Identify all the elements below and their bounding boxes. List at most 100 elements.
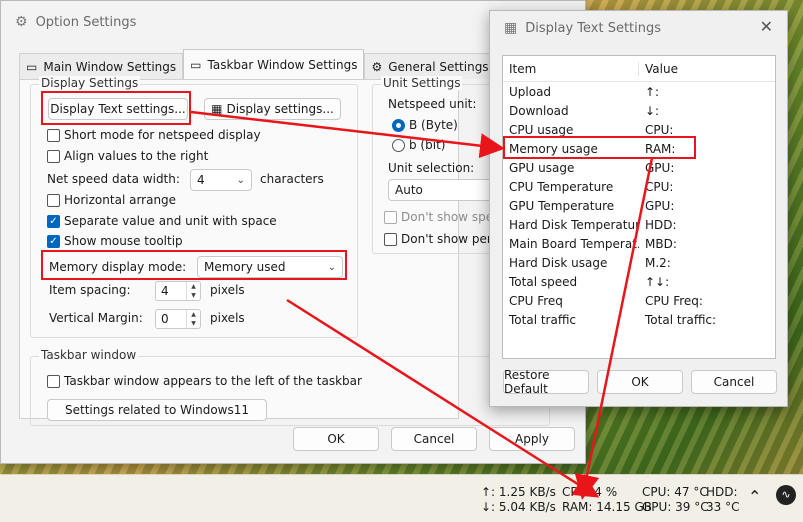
check-icon: ✓ — [47, 214, 60, 228]
dialog-cancel-button[interactable]: Cancel — [691, 370, 777, 394]
pulse-icon[interactable]: ∿ — [776, 485, 796, 505]
highlight-memory-usage-row — [503, 136, 696, 159]
display-settings-button[interactable]: ▦ Display settings... — [204, 98, 341, 120]
list-item[interactable]: Download ↓: — [503, 101, 775, 120]
bit-radio[interactable]: b (bit) — [392, 138, 445, 152]
list-item[interactable]: Upload ↑: — [503, 82, 775, 101]
list-item-value[interactable]: ↑↓: — [639, 275, 669, 289]
dont-show-percent-checkbox[interactable]: Don't show perce — [384, 232, 505, 246]
gear-icon: ⚙ — [15, 14, 28, 30]
list-item-value[interactable]: ↑: — [639, 85, 659, 99]
list-header: Item Value — [503, 56, 775, 82]
list-item-name: Hard Disk Temperature — [509, 217, 639, 232]
list-item-name: Main Board Temperat... — [509, 236, 639, 251]
list-item-name: CPU Freq — [509, 293, 563, 308]
spin-up-icon[interactable]: ▲ — [191, 311, 196, 318]
left-of-taskbar-checkbox[interactable]: Taskbar window appears to the left of th… — [47, 374, 362, 388]
unit-selection-combo[interactable]: Auto — [388, 179, 498, 201]
apply-button[interactable]: Apply — [489, 427, 575, 451]
spin-down-icon[interactable]: ▼ — [191, 292, 196, 299]
display-settings-label: Display Settings — [39, 76, 141, 90]
list-item-name: Total traffic — [509, 312, 577, 327]
taskbar-icon: ▭ — [190, 57, 202, 72]
list-item-name: CPU usage — [509, 122, 574, 137]
list-item-value[interactable]: MBD: — [639, 237, 677, 251]
tab-taskbar-window[interactable]: ▭ Taskbar Window Settings — [183, 49, 365, 79]
gear-icon: ⚙ — [371, 59, 383, 74]
display-text-settings-dialog: ▦ Display Text Settings ✕ Item Value Upl… — [489, 10, 788, 407]
dialog-ok-button[interactable]: OK — [597, 370, 683, 394]
list-item-value[interactable]: ↓: — [639, 104, 659, 118]
list-item-value[interactable]: CPU: — [639, 180, 673, 194]
tab-panel: Display Settings Display Text settings..… — [19, 76, 550, 426]
dialog-titlebar: ▦ Display Text Settings — [490, 11, 787, 45]
list-item-name: Upload — [509, 84, 552, 99]
upload-speed: ↑: 1.25 KB/s — [481, 485, 556, 499]
check-icon: ✓ — [47, 234, 60, 248]
unit-selection-label: Unit selection: — [388, 161, 475, 175]
list-item-value[interactable]: CPU Freq: — [639, 294, 703, 308]
list-item-value[interactable]: GPU: — [639, 199, 674, 213]
column-header-value[interactable]: Value — [639, 62, 678, 76]
list-item-name: GPU usage — [509, 160, 575, 175]
download-speed: ↓: 5.04 KB/s — [481, 500, 556, 514]
align-right-checkbox[interactable]: Align values to the right — [47, 149, 208, 163]
windows11-settings-button[interactable]: Settings related to Windows11 — [47, 399, 267, 421]
taskbar: ↑: 1.25 KB/s ↓: 5.04 KB/s CPU: 4 % RAM: … — [0, 474, 803, 522]
option-window-title: Option Settings — [35, 14, 137, 30]
taskbar-window-label: Taskbar window — [39, 348, 139, 362]
netspeed-unit-label: Netspeed unit: — [388, 97, 477, 111]
vertical-margin-spinner[interactable]: 0 ▲ ▼ — [155, 309, 201, 329]
list-item-name: Hard Disk usage — [509, 255, 608, 270]
ok-button[interactable]: OK — [293, 427, 379, 451]
vertical-margin-label: Vertical Margin: — [49, 311, 143, 325]
list-item[interactable]: GPU usage GPU: — [503, 158, 775, 177]
dialog-title: Display Text Settings — [525, 20, 662, 36]
short-mode-checkbox[interactable]: Short mode for netspeed display — [47, 128, 261, 142]
display-text-list[interactable]: Item Value Upload ↑: Download ↓: CPU usage CP… — [502, 55, 776, 359]
list-item[interactable]: Main Board Temperat... MBD: — [503, 234, 775, 253]
list-item-value[interactable]: GPU: — [639, 161, 674, 175]
column-header-item[interactable]: Item — [503, 61, 639, 76]
hdd-label: HDD: — [706, 485, 738, 499]
horizontal-arrange-checkbox[interactable]: Horizontal arrange — [47, 193, 176, 207]
cpu-usage: CPU: 4 % — [562, 485, 618, 499]
list-item[interactable]: CPU Temperature CPU: — [503, 177, 775, 196]
list-item-name: Total speed — [509, 274, 578, 289]
highlight-memory-mode — [41, 250, 347, 280]
window-icon: ▭ — [26, 59, 38, 74]
pixels-label: pixels — [210, 283, 245, 297]
restore-default-button[interactable]: Restore Default — [503, 368, 589, 396]
list-item-value[interactable]: Total traffic: — [639, 313, 716, 327]
list-item[interactable]: Hard Disk usage M.2: — [503, 253, 775, 272]
list-item[interactable]: Total speed ↑↓: — [503, 272, 775, 291]
item-spacing-spinner[interactable]: 4 ▲ ▼ — [155, 281, 201, 301]
list-item-name: CPU Temperature — [509, 179, 614, 194]
display-icon: ▦ — [211, 102, 223, 116]
list-item-name: Download — [509, 103, 569, 118]
byte-radio[interactable]: B (Byte) — [392, 118, 458, 132]
list-item[interactable]: CPU Freq CPU Freq: — [503, 291, 775, 310]
hdd-temperature: 33 °C — [706, 500, 740, 514]
list-item-value[interactable]: CPU: — [639, 123, 673, 137]
chevron-up-icon[interactable]: ⌃ — [748, 487, 761, 506]
list-rows: Upload ↑: Download ↓: CPU usage CPU: Memory us… — [503, 82, 775, 329]
close-icon[interactable]: ✕ — [760, 17, 773, 36]
gpu-temperature: GPU: 39 °C — [642, 500, 709, 514]
cpu-temperature: CPU: 47 °C — [642, 485, 708, 499]
show-tooltip-checkbox[interactable]: ✓ Show mouse tooltip — [47, 234, 183, 248]
list-item-value[interactable]: M.2: — [639, 256, 671, 270]
spin-down-icon[interactable]: ▼ — [191, 320, 196, 327]
list-item[interactable]: Hard Disk Temperature HDD: — [503, 215, 775, 234]
spin-up-icon[interactable]: ▲ — [191, 283, 196, 290]
chevron-down-icon: ⌄ — [236, 174, 245, 186]
cancel-button[interactable]: Cancel — [391, 427, 477, 451]
list-item-value[interactable]: HDD: — [639, 218, 677, 232]
separate-value-checkbox[interactable]: ✓ Separate value and unit with space — [47, 214, 277, 228]
highlight-display-text-button — [41, 91, 191, 125]
display-icon: ▦ — [504, 20, 518, 36]
list-item[interactable]: GPU Temperature GPU: — [503, 196, 775, 215]
net-speed-width-combo[interactable]: 4 ⌄ — [190, 169, 252, 191]
unit-settings-label: Unit Settings — [381, 76, 463, 90]
list-item[interactable]: Total traffic Total traffic: — [503, 310, 775, 329]
